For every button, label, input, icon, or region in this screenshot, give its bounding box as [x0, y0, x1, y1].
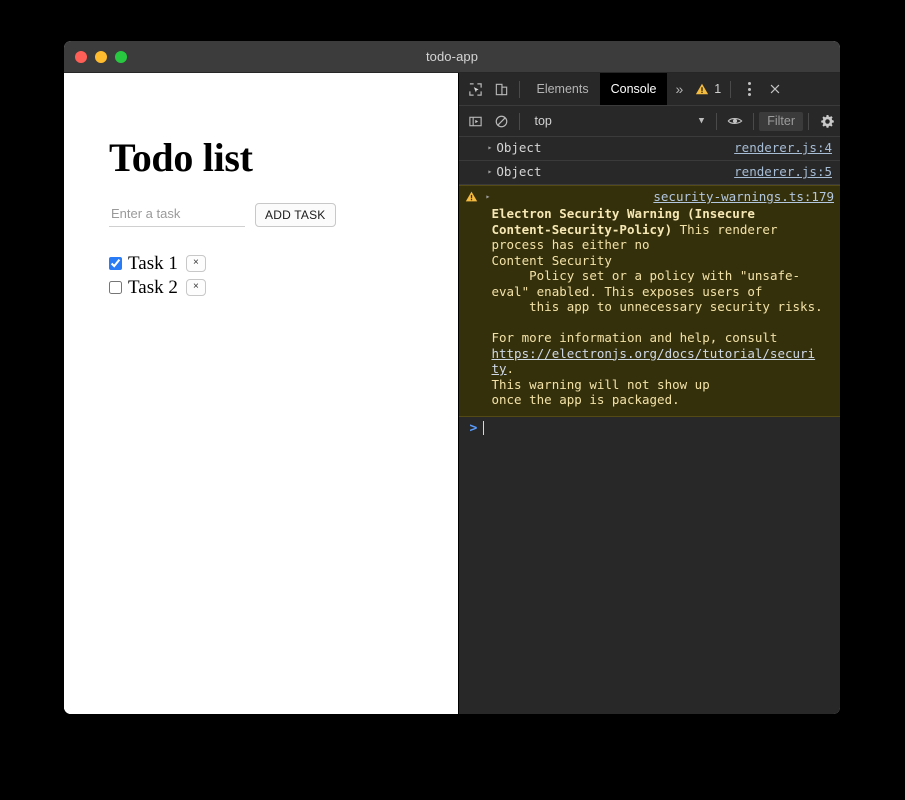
- console-log-row[interactable]: ▸ Object renderer.js:4: [459, 137, 840, 161]
- console-prompt[interactable]: >: [459, 417, 840, 440]
- delete-task-button-1[interactable]: ×: [185, 254, 206, 272]
- chevron-down-icon: ▼: [698, 116, 705, 126]
- clear-console-icon[interactable]: [488, 108, 514, 134]
- console-sidebar-icon[interactable]: [462, 108, 488, 134]
- toolbar-divider: [519, 112, 521, 130]
- console-log-text: Object: [496, 164, 542, 179]
- console-warning-source-link[interactable]: security-warnings.ts:179: [653, 189, 834, 204]
- traffic-lights: [75, 50, 127, 63]
- console-warning-body-before: This renderer process has either no Cont…: [491, 221, 823, 346]
- console-source-link[interactable]: renderer.js:5: [734, 164, 834, 180]
- warning-triangle-icon: [696, 83, 709, 95]
- window-title: todo-app: [425, 49, 479, 64]
- console-filter-placeholder: Filter: [767, 114, 795, 128]
- close-devtools-icon[interactable]: [762, 76, 788, 102]
- task-list-item: Task 1 ×: [109, 251, 206, 275]
- console-source-link[interactable]: renderer.js:4: [734, 140, 834, 156]
- device-toolbar-icon[interactable]: [488, 76, 514, 102]
- close-window-button[interactable]: [75, 50, 87, 63]
- live-expression-icon[interactable]: [722, 108, 748, 134]
- zoom-window-button[interactable]: [115, 50, 127, 63]
- tab-elements[interactable]: Elements: [525, 73, 599, 105]
- devtools-tabbar: Elements Console » 1: [459, 73, 840, 106]
- console-log-row[interactable]: ▸ Object renderer.js:5: [459, 161, 840, 185]
- toolbar-divider: [716, 112, 718, 130]
- tab-console[interactable]: Console: [599, 73, 668, 105]
- toolbar-divider: [808, 112, 809, 130]
- prompt-caret-icon: >: [469, 420, 478, 436]
- page-title: Todo list: [109, 135, 253, 180]
- task-label-2: Task 2: [128, 276, 178, 298]
- execution-context-select[interactable]: top ▼: [525, 110, 711, 132]
- more-tabs-icon[interactable]: »: [667, 81, 691, 97]
- console-filter-input[interactable]: Filter: [759, 111, 803, 131]
- kebab-menu-icon[interactable]: [736, 76, 762, 102]
- console-log-text: Object: [496, 140, 542, 155]
- add-task-button[interactable]: ADD TASK: [255, 203, 336, 227]
- console-warning-body-after: . This warning will not show up once the…: [491, 361, 710, 407]
- toolbar-divider: [519, 80, 521, 98]
- task-checkbox-1[interactable]: [109, 256, 122, 270]
- expand-arrow-icon[interactable]: ▸: [487, 144, 492, 152]
- console-warning-row[interactable]: ▸ security-warnings.ts:179 Electron Secu…: [459, 185, 840, 417]
- task-input[interactable]: [109, 203, 245, 227]
- execution-context-value: top: [534, 114, 552, 128]
- task-list: Task 1 × Task 2 ×: [109, 251, 206, 299]
- gear-icon[interactable]: [814, 108, 840, 134]
- prompt-text-cursor: [483, 421, 485, 435]
- app-window: todo-app Todo list ADD TASK Task 1 ×: [64, 41, 840, 714]
- console-warning-title-line2: Content-Security-Policy): [491, 221, 673, 237]
- expand-arrow-icon[interactable]: ▸: [485, 192, 490, 201]
- devtools-panel: Elements Console » 1 top ▼ Filter ▸ Obje…: [458, 73, 840, 714]
- warning-triangle-icon: [466, 191, 478, 202]
- console-filterbar: top ▼ Filter: [459, 106, 840, 137]
- window-body: Todo list ADD TASK Task 1 × Task 2 ×: [64, 73, 840, 714]
- task-list-item: Task 2 ×: [109, 275, 206, 299]
- todo-app-pane: Todo list ADD TASK Task 1 × Task 2 ×: [64, 73, 459, 714]
- console-messages: ▸ Object renderer.js:4 ▸ Object renderer…: [459, 137, 840, 714]
- window-titlebar: todo-app: [64, 41, 840, 73]
- task-checkbox-2[interactable]: [109, 280, 122, 294]
- console-warning-header: ▸ security-warnings.ts:179: [465, 189, 834, 204]
- task-label-1: Task 1: [128, 252, 178, 274]
- console-warning-title-line1: Electron Security Warning (Insecure: [491, 206, 755, 221]
- toolbar-divider: [753, 112, 755, 130]
- warning-count-badge[interactable]: 1: [691, 82, 725, 96]
- delete-task-button-2[interactable]: ×: [185, 278, 206, 296]
- warning-count-value: 1: [714, 82, 722, 96]
- add-task-form: ADD TASK: [109, 203, 336, 227]
- toolbar-divider: [730, 80, 732, 98]
- expand-arrow-icon[interactable]: ▸: [487, 168, 492, 176]
- screen: todo-app Todo list ADD TASK Task 1 ×: [0, 0, 905, 800]
- console-warning-doc-link[interactable]: https://electronjs.org/docs/tutorial/sec…: [491, 346, 815, 377]
- inspect-element-icon[interactable]: [462, 76, 488, 102]
- console-warning-text: Electron Security Warning (Insecure Cont…: [465, 204, 834, 408]
- minimize-window-button[interactable]: [95, 50, 107, 63]
